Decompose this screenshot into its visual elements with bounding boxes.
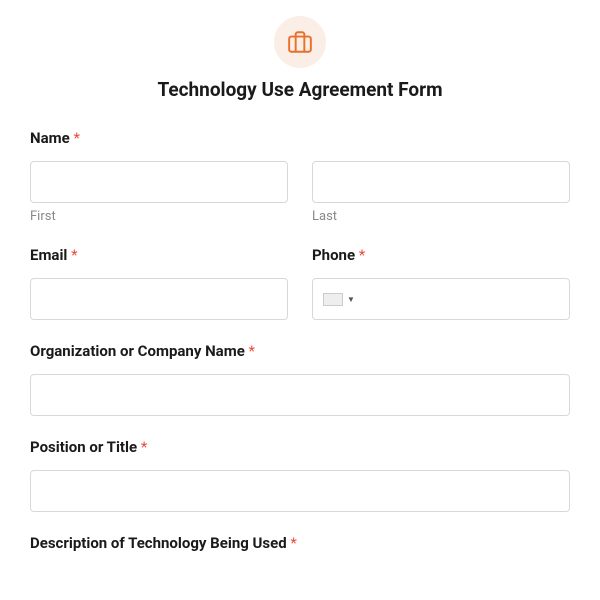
email-input[interactable]: [30, 278, 288, 320]
description-label: Description of Technology Being Used *: [30, 534, 570, 552]
organization-label: Organization or Company Name *: [30, 342, 570, 360]
phone-field-group: Phone * ▼: [312, 246, 570, 320]
flag-icon: [323, 293, 343, 306]
last-name-sublabel: Last: [312, 209, 570, 224]
name-label: Name *: [30, 129, 570, 147]
email-field-group: Email *: [30, 246, 288, 320]
position-field-group: Position or Title *: [30, 438, 570, 512]
form-header: Technology Use Agreement Form: [30, 16, 570, 101]
organization-input[interactable]: [30, 374, 570, 416]
form-title: Technology Use Agreement Form: [30, 78, 570, 101]
chevron-down-icon: ▼: [347, 295, 355, 304]
position-label: Position or Title *: [30, 438, 570, 456]
first-name-sublabel: First: [30, 209, 288, 224]
name-field-group: Name * First Last: [30, 129, 570, 224]
briefcase-icon: [274, 16, 326, 68]
phone-input[interactable]: ▼: [312, 278, 570, 320]
position-input[interactable]: [30, 470, 570, 512]
description-field-group: Description of Technology Being Used *: [30, 534, 570, 552]
last-name-input[interactable]: [312, 161, 570, 203]
email-label: Email *: [30, 246, 288, 264]
phone-label: Phone *: [312, 246, 570, 264]
first-name-input[interactable]: [30, 161, 288, 203]
organization-field-group: Organization or Company Name *: [30, 342, 570, 416]
